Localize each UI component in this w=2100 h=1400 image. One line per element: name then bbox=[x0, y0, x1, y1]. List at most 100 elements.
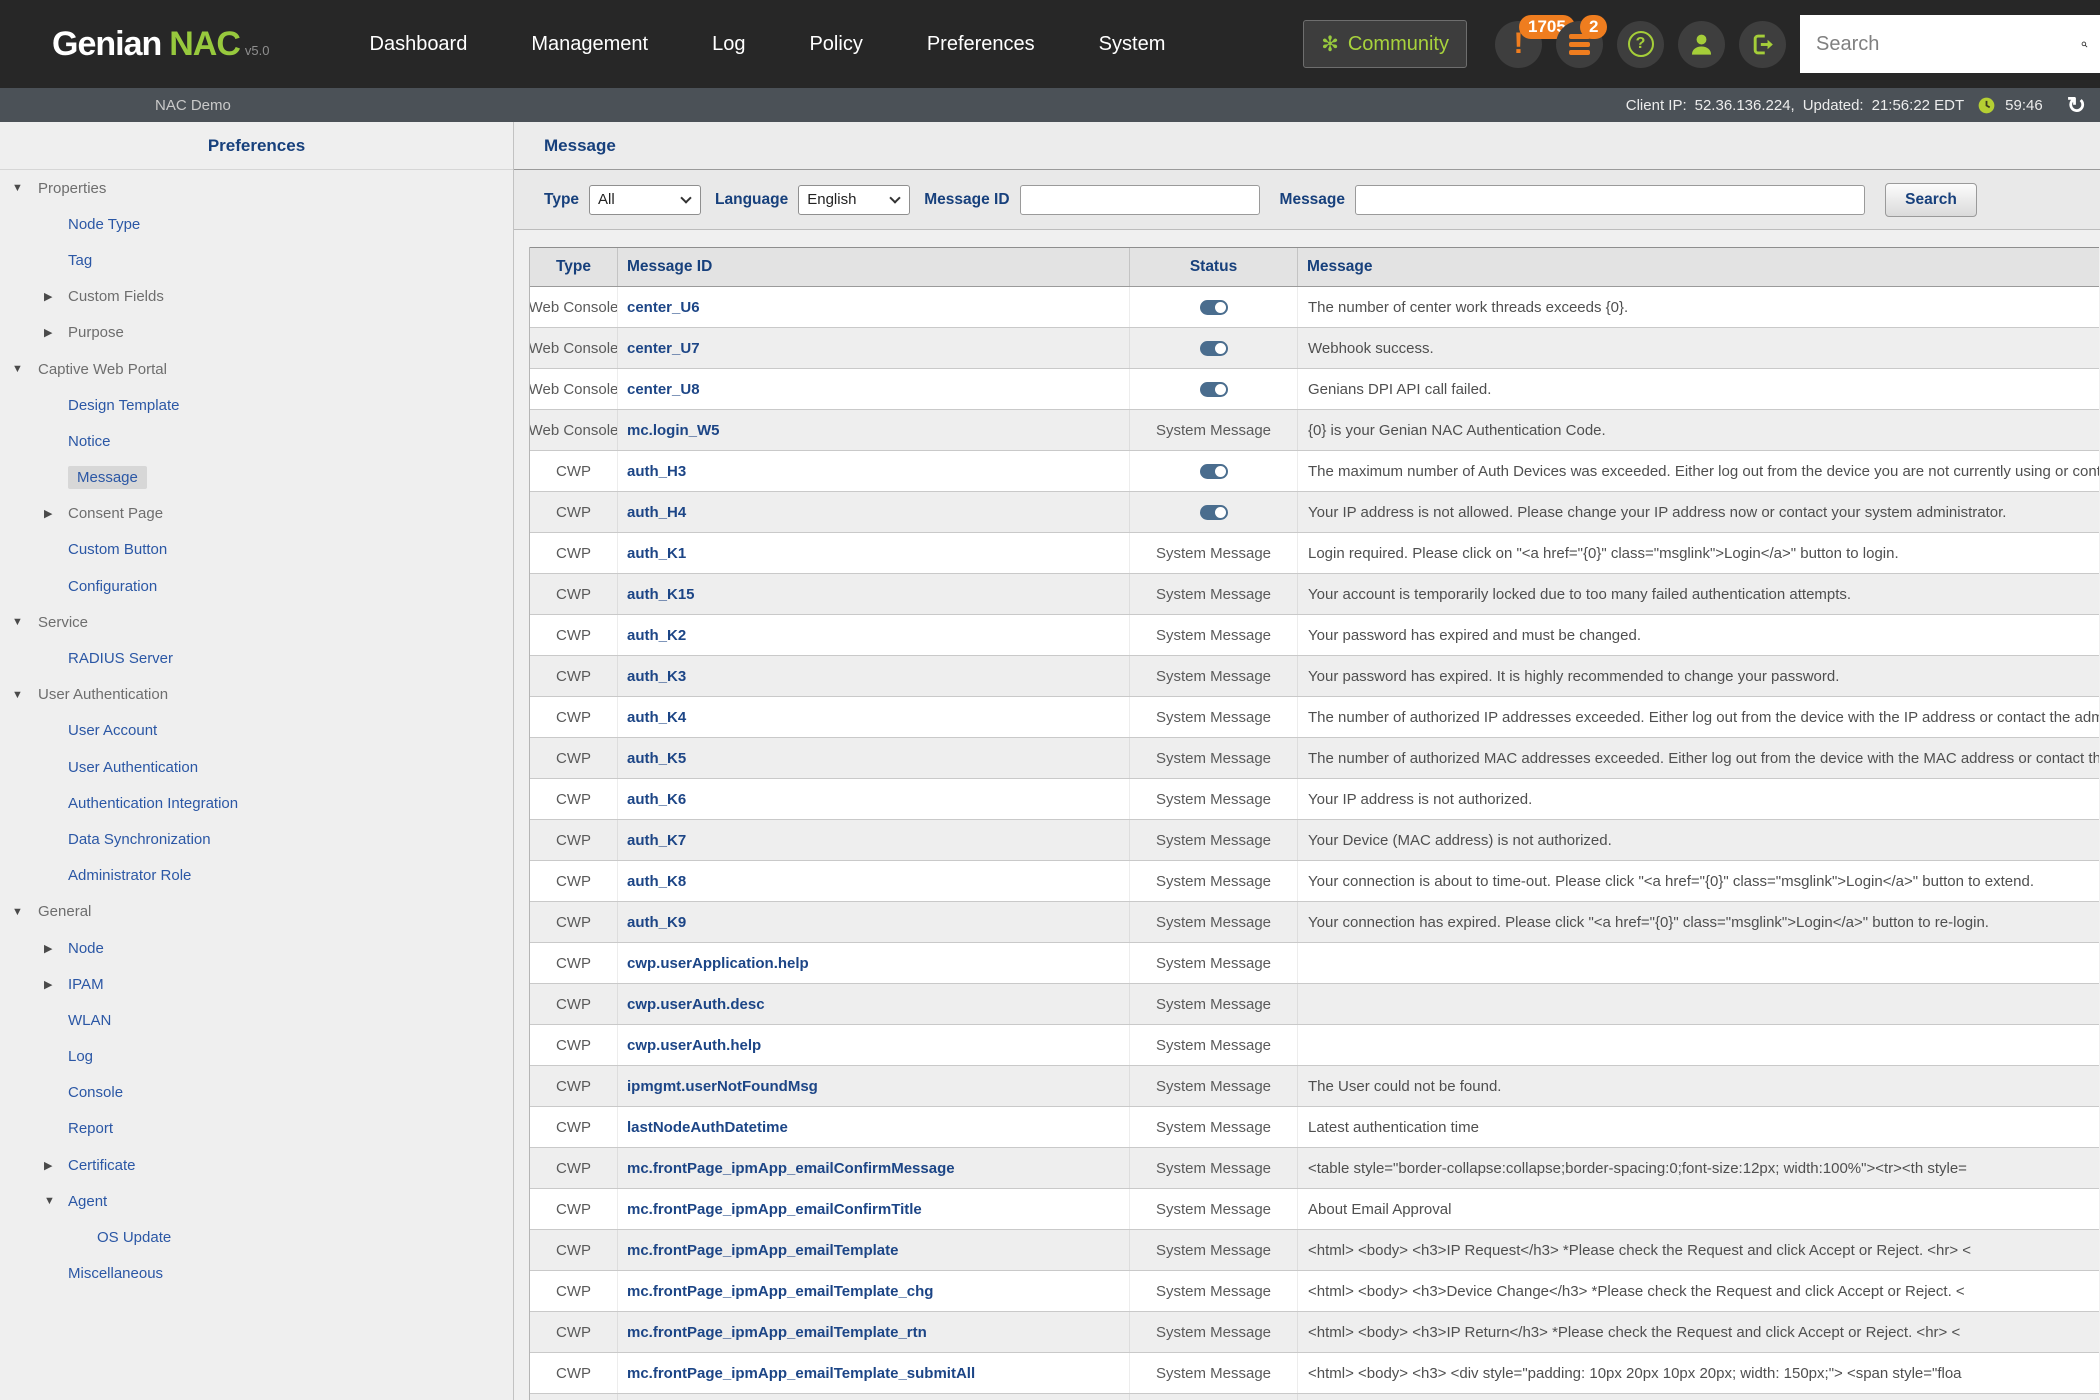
message-id-link[interactable]: auth_K3 bbox=[618, 656, 1130, 696]
alerts-button[interactable]: ! 1705 bbox=[1495, 21, 1542, 68]
message-id-link[interactable]: center_U7 bbox=[618, 328, 1130, 368]
language-select[interactable]: English bbox=[798, 185, 910, 215]
message-id-input[interactable] bbox=[1020, 185, 1260, 215]
sidebar-item-consent-page[interactable]: Consent Page bbox=[68, 505, 163, 522]
expand-arrow-icon[interactable]: ▶ bbox=[44, 326, 52, 339]
refresh-icon[interactable]: ↻ bbox=[2067, 94, 2086, 117]
sidebar-item-miscellaneous[interactable]: Miscellaneous bbox=[68, 1265, 163, 1282]
message-id-link[interactable]: auth_K9 bbox=[618, 902, 1130, 942]
sidebar-item-authentication-integration[interactable]: Authentication Integration bbox=[68, 795, 238, 812]
message-id-link[interactable]: auth_K1 bbox=[618, 533, 1130, 573]
status-toggle-on[interactable] bbox=[1200, 300, 1228, 315]
status-toggle-on[interactable] bbox=[1200, 341, 1228, 356]
sidebar-item-certificate[interactable]: Certificate bbox=[68, 1157, 136, 1174]
nav-item-preferences[interactable]: Preferences bbox=[927, 33, 1035, 56]
search-icon[interactable] bbox=[2081, 31, 2088, 58]
status-toggle-on[interactable] bbox=[1200, 464, 1228, 479]
tasks-button[interactable]: 2 bbox=[1556, 21, 1603, 68]
sidebar-item-design-template[interactable]: Design Template bbox=[68, 397, 179, 414]
message-input[interactable] bbox=[1355, 185, 1865, 215]
message-id-link[interactable]: auth_K15 bbox=[618, 574, 1130, 614]
cell-type: CWP bbox=[530, 1312, 618, 1352]
message-id-link[interactable]: auth_K7 bbox=[618, 820, 1130, 860]
message-id-link[interactable]: mc.frontPage_ipmApp_emailTemplate_chg bbox=[618, 1271, 1130, 1311]
expand-arrow-icon[interactable]: ▶ bbox=[44, 978, 52, 991]
nav-item-log[interactable]: Log bbox=[712, 33, 745, 56]
help-button[interactable]: ? bbox=[1617, 21, 1664, 68]
nav-item-management[interactable]: Management bbox=[531, 33, 648, 56]
sidebar-item-node-type[interactable]: Node Type bbox=[68, 216, 140, 233]
community-button[interactable]: ✻ Community bbox=[1303, 20, 1467, 68]
message-id-link[interactable]: auth_H4 bbox=[618, 492, 1130, 532]
message-id-link[interactable]: mc.frontPage_ipmApp_emailTemplate_rtn bbox=[618, 1312, 1130, 1352]
message-id-link[interactable]: auth_K8 bbox=[618, 861, 1130, 901]
sidebar-item-service[interactable]: Service bbox=[38, 614, 88, 631]
search-button[interactable]: Search bbox=[1885, 183, 1977, 217]
sidebar-item-administrator-role[interactable]: Administrator Role bbox=[68, 867, 191, 884]
sidebar-item-message[interactable]: Message bbox=[68, 466, 147, 489]
sidebar-item-report[interactable]: Report bbox=[68, 1120, 113, 1137]
expand-arrow-icon[interactable]: ▶ bbox=[44, 507, 52, 520]
collapse-arrow-icon[interactable]: ▼ bbox=[12, 689, 23, 701]
sidebar-item-radius-server[interactable]: RADIUS Server bbox=[68, 650, 173, 667]
collapse-arrow-icon[interactable]: ▼ bbox=[12, 182, 23, 194]
expand-arrow-icon[interactable]: ▶ bbox=[44, 942, 52, 955]
collapse-arrow-icon[interactable]: ▼ bbox=[44, 1195, 55, 1207]
sidebar-item-captive-web-portal[interactable]: Captive Web Portal bbox=[38, 361, 167, 378]
sidebar-item-general[interactable]: General bbox=[38, 903, 91, 920]
sidebar-item-wlan[interactable]: WLAN bbox=[68, 1012, 111, 1029]
message-id-link[interactable]: mc.frontPage_ipmApp_emailConfirmTitle bbox=[618, 1189, 1130, 1229]
message-id-link[interactable]: auth_H3 bbox=[618, 451, 1130, 491]
logout-button[interactable] bbox=[1739, 21, 1786, 68]
cell-type: CWP bbox=[530, 1189, 618, 1229]
message-id-link[interactable]: center_U8 bbox=[618, 369, 1130, 409]
message-id-link[interactable]: mc.frontPage_ipmApp_emailTemplate bbox=[618, 1230, 1130, 1270]
sidebar-item-custom-fields[interactable]: Custom Fields bbox=[68, 288, 164, 305]
message-id-link[interactable]: lastNodeAuthDatetime bbox=[618, 1107, 1130, 1147]
type-select[interactable]: All bbox=[589, 185, 701, 215]
nav-item-dashboard[interactable]: Dashboard bbox=[370, 33, 468, 56]
nav-item-policy[interactable]: Policy bbox=[809, 33, 862, 56]
nav-item-system[interactable]: System bbox=[1099, 33, 1166, 56]
message-id-link[interactable]: auth_K4 bbox=[618, 697, 1130, 737]
sidebar-item-properties[interactable]: Properties bbox=[38, 180, 106, 197]
sidebar-item-user-account[interactable]: User Account bbox=[68, 722, 157, 739]
message-id-link[interactable]: mc.login_W5 bbox=[618, 410, 1130, 450]
sidebar-item-data-synchronization[interactable]: Data Synchronization bbox=[68, 831, 211, 848]
sidebar-item-purpose[interactable]: Purpose bbox=[68, 324, 124, 341]
message-id-link[interactable]: mc.frontPage_ipmApp_emailTemplate_submit… bbox=[618, 1353, 1130, 1393]
message-id-link[interactable]: center_U6 bbox=[618, 287, 1130, 327]
sidebar-item-os-update[interactable]: OS Update bbox=[97, 1229, 171, 1246]
sidebar-item-tag[interactable]: Tag bbox=[68, 252, 92, 269]
message-id-link[interactable]: cwp.userAuth.desc bbox=[618, 984, 1130, 1024]
status-toggle-on[interactable] bbox=[1200, 382, 1228, 397]
sidebar-item-custom-button[interactable]: Custom Button bbox=[68, 541, 167, 558]
message-id-link[interactable]: mc.frontPage_ipmApp_emailConfirmMessage bbox=[618, 1148, 1130, 1188]
message-id-link[interactable]: mc.frontPage_ipmApp_emailTemplate bbox=[618, 1394, 1130, 1400]
cell-type: CWP bbox=[530, 697, 618, 737]
expand-arrow-icon[interactable]: ▶ bbox=[44, 1159, 52, 1172]
sidebar-item-console[interactable]: Console bbox=[68, 1084, 123, 1101]
message-id-link[interactable]: cwp.userAuth.help bbox=[618, 1025, 1130, 1065]
collapse-arrow-icon[interactable]: ▼ bbox=[12, 363, 23, 375]
sidebar-item-node[interactable]: Node bbox=[68, 940, 104, 957]
collapse-arrow-icon[interactable]: ▼ bbox=[12, 906, 23, 918]
message-id-link[interactable]: auth_K6 bbox=[618, 779, 1130, 819]
message-id-link[interactable]: ipmgmt.userNotFoundMsg bbox=[618, 1066, 1130, 1106]
sidebar-item-ipam[interactable]: IPAM bbox=[68, 976, 104, 993]
expand-arrow-icon[interactable]: ▶ bbox=[44, 290, 52, 303]
message-id-link[interactable]: cwp.userApplication.help bbox=[618, 943, 1130, 983]
status-toggle-on[interactable] bbox=[1200, 505, 1228, 520]
sidebar-item-user-authentication[interactable]: User Authentication bbox=[68, 759, 198, 776]
sidebar-item-configuration[interactable]: Configuration bbox=[68, 578, 157, 595]
sidebar-item-notice[interactable]: Notice bbox=[68, 433, 111, 450]
sidebar-item-user-authentication[interactable]: User Authentication bbox=[38, 686, 168, 703]
sidebar-item-log[interactable]: Log bbox=[68, 1048, 93, 1065]
sidebar-item-agent[interactable]: Agent bbox=[68, 1193, 107, 1210]
account-button[interactable] bbox=[1678, 21, 1725, 68]
global-search-input[interactable] bbox=[1816, 33, 2081, 56]
message-id-link[interactable]: auth_K5 bbox=[618, 738, 1130, 778]
cell-status: System Message bbox=[1130, 1394, 1298, 1400]
collapse-arrow-icon[interactable]: ▼ bbox=[12, 616, 23, 628]
message-id-link[interactable]: auth_K2 bbox=[618, 615, 1130, 655]
